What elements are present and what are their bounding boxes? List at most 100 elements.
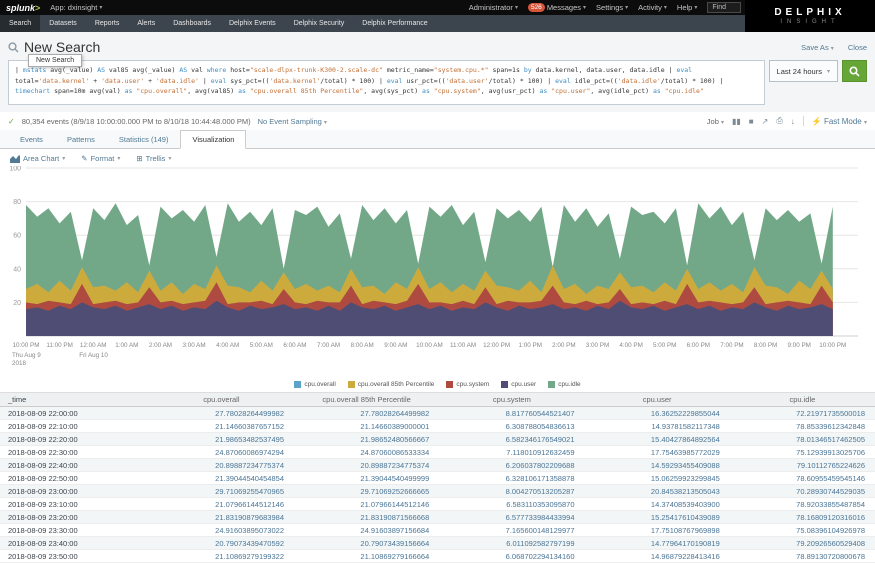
event-sampling-menu[interactable]: No Event Sampling ▾: [258, 117, 327, 126]
cell-value[interactable]: 6.583110353095870: [439, 498, 584, 510]
cell-value[interactable]: 21.07966144512146: [149, 498, 294, 510]
tab-events[interactable]: Events: [8, 130, 55, 148]
column-header-cpu-overall-85th-percentile[interactable]: cpu.overall 85th Percentile: [294, 393, 439, 406]
cell-value[interactable]: 20.89887234775374: [294, 459, 439, 471]
cell-value[interactable]: 79.20926560529408: [730, 537, 875, 549]
cell-value[interactable]: 72.21971735500018: [730, 407, 875, 419]
cell-value[interactable]: 15.40427864892564: [585, 433, 730, 445]
chart-type-picker[interactable]: Area Chart▾: [10, 154, 65, 163]
cell-value[interactable]: 75.08396104926978: [730, 524, 875, 536]
cell-value[interactable]: 21.14660387657152: [149, 420, 294, 432]
table-row[interactable]: 2018-08-09 22:50:0021.3904454045485421.3…: [0, 472, 875, 485]
cell-time[interactable]: 2018-08-09 22:00:00: [0, 407, 149, 419]
nav-item-alerts[interactable]: Alerts: [128, 15, 164, 32]
cell-value[interactable]: 14.96879228413416: [585, 550, 730, 562]
tab-patterns[interactable]: Patterns: [55, 130, 107, 148]
cell-value[interactable]: 20.84538213505043: [585, 485, 730, 497]
nav-item-delphix-performance[interactable]: Delphix Performance: [353, 15, 436, 32]
activity-menu[interactable]: Activity▾: [638, 3, 667, 12]
cell-value[interactable]: 21.39044540454854: [149, 472, 294, 484]
cell-value[interactable]: 17.75108767969898: [585, 524, 730, 536]
stop-job-button[interactable]: ■: [749, 117, 754, 126]
cell-time[interactable]: 2018-08-09 23:20:00: [0, 511, 149, 523]
cell-value[interactable]: 21.98653482537495: [149, 433, 294, 445]
table-row[interactable]: 2018-08-09 23:30:0024.9160389507302224.9…: [0, 524, 875, 537]
job-menu[interactable]: Job ▾: [707, 117, 724, 126]
cell-value[interactable]: 14.37408539403900: [585, 498, 730, 510]
column-header-cpu-system[interactable]: cpu.system: [439, 393, 584, 406]
cell-value[interactable]: 21.98652480566667: [294, 433, 439, 445]
cell-time[interactable]: 2018-08-09 23:50:00: [0, 550, 149, 562]
cell-value[interactable]: 21.07966144512146: [294, 498, 439, 510]
splunk-logo[interactable]: splunk>: [6, 3, 40, 13]
cell-time[interactable]: 2018-08-09 22:50:00: [0, 472, 149, 484]
table-row[interactable]: 2018-08-09 23:50:0021.1086927919932221.1…: [0, 550, 875, 563]
cell-value[interactable]: 6.577733984433994: [439, 511, 584, 523]
nav-item-datasets[interactable]: Datasets: [40, 15, 86, 32]
table-row[interactable]: 2018-08-09 22:40:0020.8988723477537420.8…: [0, 459, 875, 472]
export-button[interactable]: ↓: [791, 117, 795, 126]
cell-value[interactable]: 6.582346176549021: [439, 433, 584, 445]
print-button[interactable]: ⎙: [776, 116, 782, 126]
tab-visualization[interactable]: Visualization: [180, 130, 246, 149]
column-header-time[interactable]: _time: [0, 393, 149, 406]
cell-value[interactable]: 75.12939913025706: [730, 446, 875, 458]
cell-value[interactable]: 21.10869279166664: [294, 550, 439, 562]
cell-value[interactable]: 78.85339612342848: [730, 420, 875, 432]
cell-value[interactable]: 27.78028264499982: [149, 407, 294, 419]
cell-value[interactable]: 6.206037802209688: [439, 459, 584, 471]
cell-value[interactable]: 29.71069255470965: [149, 485, 294, 497]
close-button[interactable]: Close: [848, 43, 867, 52]
area-chart[interactable]: 2040608010010:00 PM11:00 PM12:00 AM1:00 …: [0, 166, 875, 374]
administrator-menu[interactable]: Administrator▾: [469, 3, 518, 12]
find-input[interactable]: Find: [707, 2, 741, 13]
cell-value[interactable]: 78.92033855487854: [730, 498, 875, 510]
save-as-button[interactable]: Save As ▾: [801, 43, 834, 52]
cell-time[interactable]: 2018-08-09 22:40:00: [0, 459, 149, 471]
cell-value[interactable]: 70.28930744529035: [730, 485, 875, 497]
column-header-cpu-user[interactable]: cpu.user: [585, 393, 730, 406]
nav-item-delphix-security[interactable]: Delphix Security: [285, 15, 354, 32]
cell-value[interactable]: 24.91603895073022: [149, 524, 294, 536]
cell-value[interactable]: 21.10869279199322: [149, 550, 294, 562]
cell-value[interactable]: 20.79073439156664: [294, 537, 439, 549]
cell-time[interactable]: 2018-08-09 22:20:00: [0, 433, 149, 445]
cell-value[interactable]: 6.308788054836613: [439, 420, 584, 432]
search-mode-menu[interactable]: ⚡ Fast Mode ▾: [812, 117, 867, 126]
cell-value[interactable]: 20.89887234775374: [149, 459, 294, 471]
cell-time[interactable]: 2018-08-09 23:40:00: [0, 537, 149, 549]
table-row[interactable]: 2018-08-09 22:10:0021.1466038765715221.1…: [0, 420, 875, 433]
cell-value[interactable]: 21.14660389000001: [294, 420, 439, 432]
cell-value[interactable]: 79.10112765224626: [730, 459, 875, 471]
table-row[interactable]: 2018-08-09 22:00:0027.7802826449998227.7…: [0, 407, 875, 420]
pause-job-button[interactable]: ▮▮: [732, 117, 741, 126]
cell-value[interactable]: 17.75463985772029: [585, 446, 730, 458]
cell-value[interactable]: 24.87060086974294: [149, 446, 294, 458]
legend-item-cpu-overall[interactable]: cpu.overall: [294, 381, 335, 388]
table-row[interactable]: 2018-08-09 22:20:0021.9865348253749521.9…: [0, 433, 875, 446]
column-header-cpu-idle[interactable]: cpu.idle: [730, 393, 875, 406]
cell-value[interactable]: 21.83190879683984: [149, 511, 294, 523]
cell-value[interactable]: 78.01346517462505: [730, 433, 875, 445]
cell-value[interactable]: 8.004270513205287: [439, 485, 584, 497]
search-query-input[interactable]: | mstats avg(_value) AS val85 avg(_value…: [8, 60, 765, 105]
column-header-cpu-overall[interactable]: cpu.overall: [149, 393, 294, 406]
cell-value[interactable]: 6.068702294134160: [439, 550, 584, 562]
cell-value[interactable]: 78.60955459545146: [730, 472, 875, 484]
cell-time[interactable]: 2018-08-09 23:10:00: [0, 498, 149, 510]
cell-value[interactable]: 6.328106171358878: [439, 472, 584, 484]
cell-time[interactable]: 2018-08-09 23:30:00: [0, 524, 149, 536]
tab-statistics-149-[interactable]: Statistics (149): [107, 130, 181, 148]
cell-time[interactable]: 2018-08-09 22:10:00: [0, 420, 149, 432]
format-menu[interactable]: ✎ Format▾: [81, 154, 120, 163]
legend-item-cpu-user[interactable]: cpu.user: [501, 381, 536, 388]
cell-value[interactable]: 14.59293455409088: [585, 459, 730, 471]
table-row[interactable]: 2018-08-09 23:20:0021.8319087968398421.8…: [0, 511, 875, 524]
cell-value[interactable]: 14.93781582117348: [585, 420, 730, 432]
cell-value[interactable]: 8.817760544521407: [439, 407, 584, 419]
table-row[interactable]: 2018-08-09 23:10:0021.0796614451214621.0…: [0, 498, 875, 511]
cell-value[interactable]: 16.36252229855044: [585, 407, 730, 419]
settings-menu[interactable]: Settings▾: [596, 3, 628, 12]
cell-value[interactable]: 7.118010912632459: [439, 446, 584, 458]
cell-value[interactable]: 20.79073439470592: [149, 537, 294, 549]
